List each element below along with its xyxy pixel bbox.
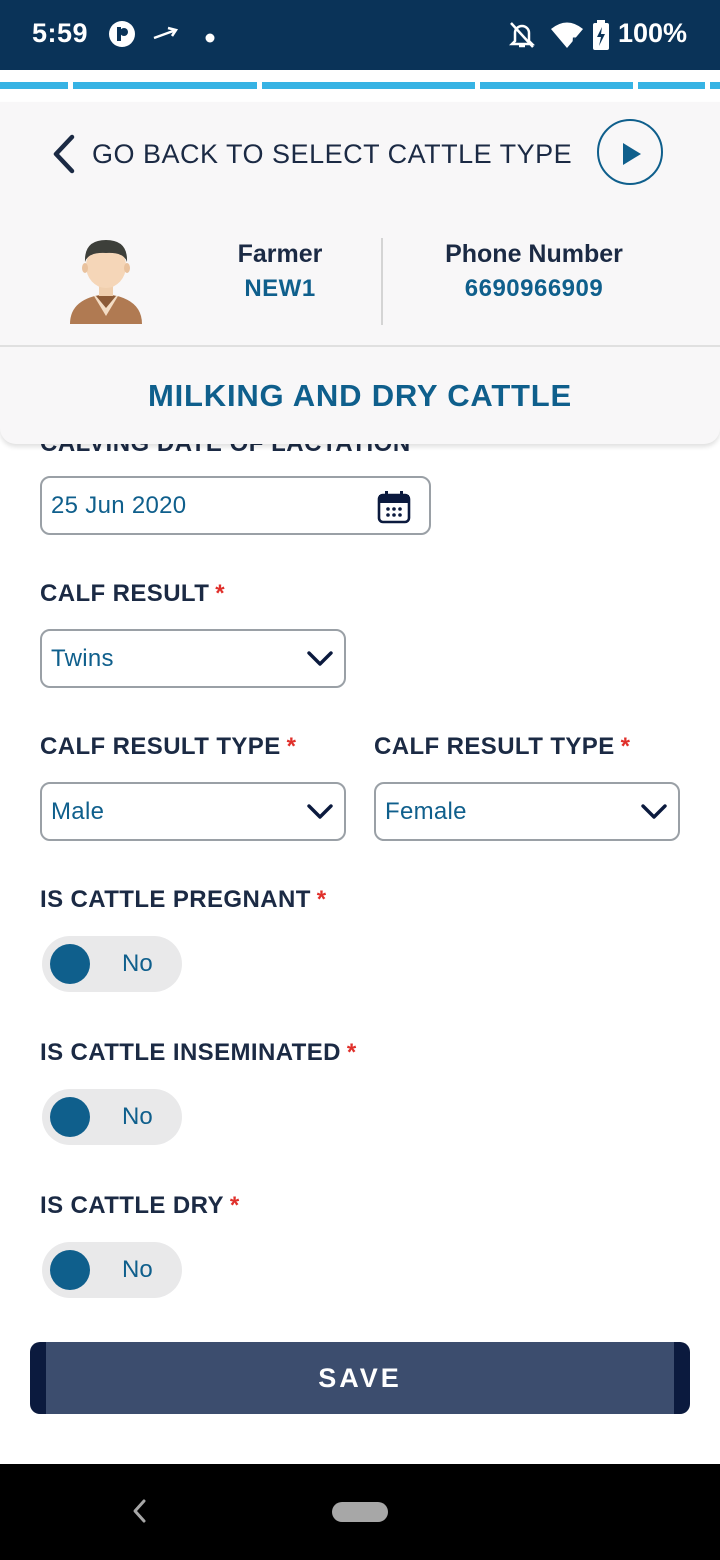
is-dry-toggle[interactable]: No: [42, 1242, 182, 1298]
chevron-down-icon: [307, 803, 333, 826]
required-asterisk: *: [346, 1039, 357, 1066]
dot-icon: [205, 30, 215, 48]
phone-info: Phone Number 6690966909: [404, 240, 664, 303]
nav-back-icon[interactable]: [130, 1497, 148, 1530]
calving-date-field[interactable]: 25 Jun 2020: [40, 476, 431, 535]
status-bar: 5:59 5 100%: [0, 0, 720, 70]
app-notification-icon: [108, 20, 136, 53]
calf-result-type-select-1[interactable]: Male: [40, 782, 346, 841]
step-segment: [262, 82, 475, 89]
farmer-avatar: [64, 236, 148, 328]
step-segment: [480, 82, 633, 89]
toggle-knob: [50, 1250, 90, 1290]
section-title: MILKING AND DRY CATTLE: [147, 378, 573, 413]
system-navigation-bar: [0, 1464, 720, 1560]
back-button[interactable]: GO BACK TO SELECT CATTLE TYPE: [48, 132, 572, 176]
status-time: 5:59: [32, 18, 89, 48]
is-inseminated-label: IS CATTLE INSEMINATED *: [40, 1039, 357, 1066]
calf-result-select[interactable]: Twins: [40, 629, 346, 688]
phone-label: Phone Number: [445, 240, 623, 268]
nav-home-pill[interactable]: [332, 1502, 388, 1522]
toggle-knob: [50, 1097, 90, 1137]
is-pregnant-toggle[interactable]: No: [42, 936, 182, 992]
calving-date-value: 25 Jun 2020: [51, 492, 187, 519]
farmer-label: Farmer: [237, 240, 323, 268]
farmer-value: NEW1: [244, 275, 316, 302]
step-segment: [710, 82, 720, 89]
chevron-down-icon: [307, 650, 333, 673]
calf-result-type-value-1: Male: [51, 798, 105, 825]
toggle-value: No: [122, 1103, 153, 1130]
step-progress-bar: [0, 82, 720, 90]
svg-text:5: 5: [572, 35, 579, 49]
farmer-info: Farmer NEW1: [200, 240, 360, 303]
is-inseminated-toggle[interactable]: No: [42, 1089, 182, 1145]
chevron-left-icon: [48, 134, 78, 174]
step-segment: [73, 82, 257, 89]
required-asterisk: *: [229, 1192, 240, 1219]
battery-percentage: 100%: [618, 18, 688, 48]
step-segment: [638, 82, 705, 89]
calf-result-type-value-2: Female: [385, 798, 467, 825]
back-label: GO BACK TO SELECT CATTLE TYPE: [92, 138, 573, 169]
toggle-value: No: [122, 1256, 153, 1283]
required-asterisk: *: [215, 580, 226, 607]
toggle-value: No: [122, 950, 153, 977]
calf-result-type-select-2[interactable]: Female: [374, 782, 680, 841]
bell-off-icon: [508, 20, 536, 55]
play-video-button[interactable]: [597, 119, 663, 185]
header-divider: [0, 345, 720, 347]
plane-arrow-icon: [152, 26, 180, 47]
is-dry-label: IS CATTLE DRY *: [40, 1192, 240, 1219]
chevron-down-icon: [641, 803, 667, 826]
info-divider: [381, 238, 383, 325]
calf-result-value: Twins: [51, 645, 114, 672]
required-asterisk: *: [620, 733, 631, 760]
calf-result-type-label-1: CALF RESULT TYPE *: [40, 733, 297, 760]
battery-charging-icon: [592, 20, 610, 55]
phone-value: 6690966909: [464, 275, 604, 302]
calendar-icon[interactable]: [377, 490, 411, 529]
required-asterisk: *: [286, 733, 297, 760]
step-segment: [0, 82, 68, 89]
save-button[interactable]: SAVE: [30, 1342, 690, 1414]
calf-result-type-label-2: CALF RESULT TYPE *: [374, 733, 631, 760]
toggle-knob: [50, 944, 90, 984]
is-pregnant-label: IS CATTLE PREGNANT *: [40, 886, 327, 913]
calf-result-label: CALF RESULT *: [40, 580, 226, 607]
farmer-header-card: GO BACK TO SELECT CATTLE TYPE Farmer NEW…: [0, 102, 720, 444]
play-icon: [623, 143, 641, 165]
required-asterisk: *: [316, 886, 327, 913]
wifi-icon: 5: [550, 20, 584, 55]
